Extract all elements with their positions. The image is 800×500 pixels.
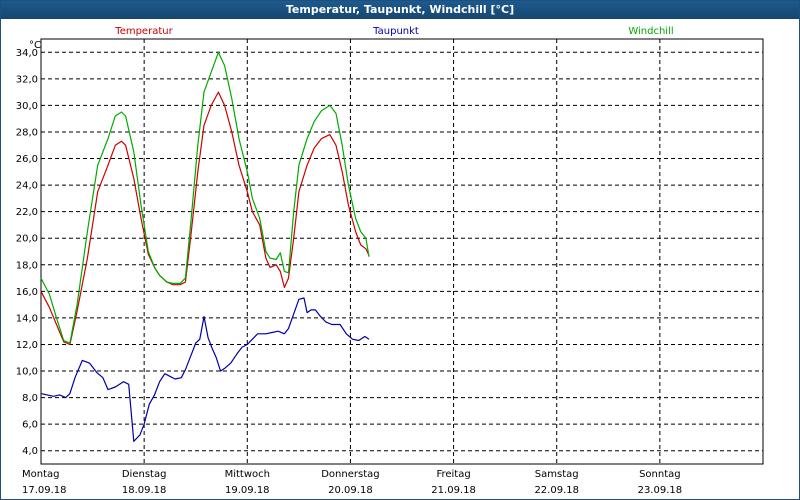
y-tick-label: 22,0	[16, 207, 38, 218]
y-tick-label: 14,0	[16, 313, 38, 324]
line-chart: °C 4,06,08,010,012,014,016,018,020,022,0…	[16, 26, 764, 496]
x-tick-day-label: Sonntag	[639, 469, 681, 480]
axes: °C 4,06,08,010,012,014,016,018,020,022,0…	[16, 40, 682, 496]
y-tick-label: 28,0	[16, 127, 38, 138]
chart-title: Temperatur, Taupunkt, Windchill [°C]	[1, 1, 799, 19]
y-tick-label: 12,0	[16, 340, 38, 351]
plot-frame	[40, 38, 764, 465]
legend-label-temperatur: Temperatur	[114, 26, 173, 37]
chart-window: Temperatur, Taupunkt, Windchill [°C] °C …	[0, 0, 800, 500]
x-tick-day-label: Samstag	[535, 469, 579, 480]
legend: Temperatur Taupunkt Windchill	[114, 26, 673, 37]
grid	[40, 38, 764, 465]
x-tick-day-label: Montag	[22, 469, 59, 480]
x-tick-date-label: 17.09.18	[22, 485, 67, 496]
y-tick-label: 20,0	[16, 234, 38, 245]
x-tick-date-label: 22.09.18	[534, 485, 579, 496]
y-tick-label: 34,0	[16, 48, 38, 59]
legend-label-windchill: Windchill	[628, 26, 673, 37]
y-tick-label: 26,0	[16, 154, 38, 165]
y-tick-label: 24,0	[16, 181, 38, 192]
y-tick-label: 32,0	[16, 74, 38, 85]
y-tick-label: 30,0	[16, 101, 38, 112]
legend-label-taupunkt: Taupunkt	[372, 26, 419, 37]
y-tick-label: 8,0	[22, 393, 38, 404]
x-tick-day-label: Dienstag	[122, 469, 167, 480]
y-tick-label: 10,0	[16, 367, 38, 378]
x-tick-day-label: Donnerstag	[321, 469, 379, 480]
series-line-windchill	[40, 51, 370, 344]
y-tick-label: 6,0	[22, 420, 38, 431]
series-line-taupunkt	[40, 297, 370, 442]
series-lines	[40, 51, 370, 442]
x-tick-date-label: 23.09.18	[638, 485, 683, 496]
series-line-temperatur	[40, 91, 370, 346]
x-tick-date-label: 20.09.18	[328, 485, 373, 496]
x-tick-date-label: 21.09.18	[431, 485, 476, 496]
x-tick-day-label: Freitag	[436, 469, 470, 480]
y-tick-label: 16,0	[16, 287, 38, 298]
x-tick-day-label: Mittwoch	[225, 469, 270, 480]
y-tick-label: 4,0	[22, 446, 38, 457]
x-tick-date-label: 19.09.18	[225, 485, 270, 496]
x-tick-date-label: 18.09.18	[122, 485, 167, 496]
y-tick-label: 18,0	[16, 260, 38, 271]
